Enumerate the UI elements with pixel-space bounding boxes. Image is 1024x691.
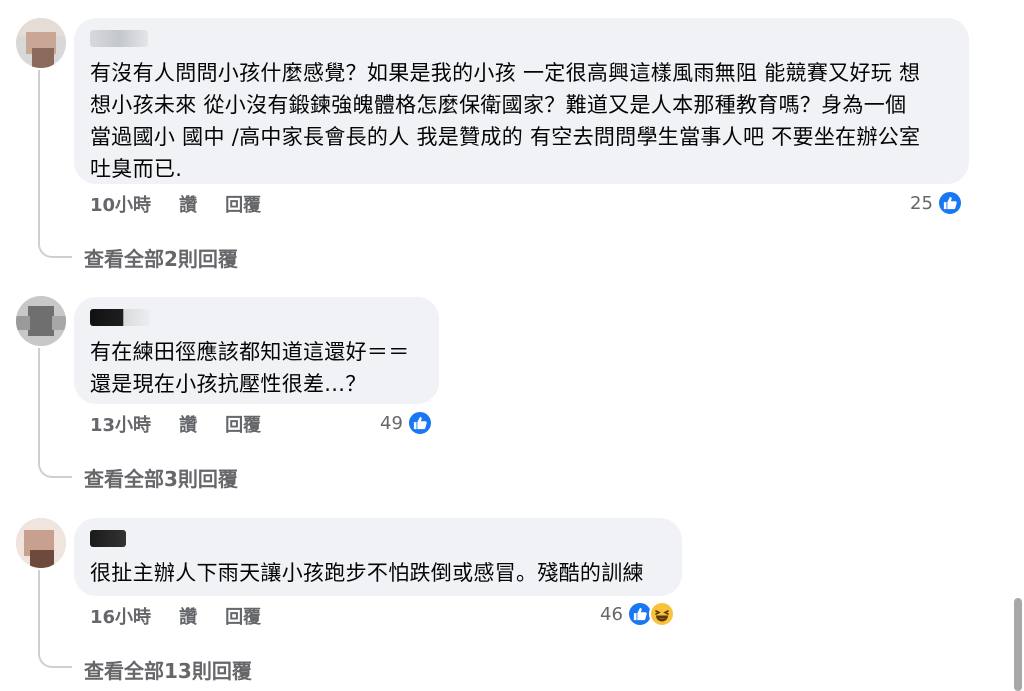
like-icon <box>406 410 433 436</box>
reaction-count: 25 <box>910 192 933 214</box>
author-name-blurred[interactable] <box>90 309 150 326</box>
reaction-summary[interactable]: 46 <box>600 599 675 629</box>
like-button[interactable]: 讚 <box>179 191 197 217</box>
author-name-blurred[interactable] <box>90 530 126 547</box>
avatar[interactable] <box>16 18 66 68</box>
reaction-summary[interactable]: 25 <box>910 188 963 218</box>
reaction-summary[interactable]: 49 <box>380 408 433 438</box>
comment-actions: 10小時 讚 回覆 <box>90 192 289 216</box>
comment-text: 有在練田徑應該都知道這還好＝＝ 還是現在小孩抗壓性很差...？ <box>90 340 410 396</box>
comment-bubble: 很扯主辦人下雨天讓小孩跑步不怕跌倒或感冒。殘酷的訓練 <box>74 518 682 596</box>
reaction-count: 49 <box>380 412 403 434</box>
like-icon <box>936 190 963 216</box>
avatar[interactable] <box>16 518 66 568</box>
avatar[interactable] <box>16 296 66 346</box>
like-button[interactable]: 讚 <box>179 411 197 437</box>
author-name-blurred[interactable] <box>90 30 148 47</box>
comment-actions: 13小時 讚 回覆 <box>90 412 289 436</box>
thread-line <box>38 348 72 478</box>
comment-time[interactable]: 16小時 <box>90 603 151 629</box>
comment-time[interactable]: 13小時 <box>90 411 151 437</box>
thread-line <box>38 570 72 668</box>
thread-line <box>38 70 72 258</box>
comment-bubble: 有沒有人問問小孩什麼感覺？如果是我的小孩 一定很高興這樣風雨無阻 能競賽又好玩 … <box>74 18 969 184</box>
comment-actions: 16小時 讚 回覆 <box>90 604 289 628</box>
comment-bubble: 有在練田徑應該都知道這還好＝＝ 還是現在小孩抗壓性很差...？ <box>74 297 439 404</box>
reply-button[interactable]: 回覆 <box>225 411 261 437</box>
comment-text: 很扯主辦人下雨天讓小孩跑步不怕跌倒或感冒。殘酷的訓練 <box>90 561 644 585</box>
view-replies-link[interactable]: 查看全部3則回覆 <box>84 463 238 492</box>
haha-icon <box>648 601 675 627</box>
view-replies-link[interactable]: 查看全部2則回覆 <box>84 243 238 272</box>
comment-text: 有沒有人問問小孩什麼感覺？如果是我的小孩 一定很高興這樣風雨無阻 能競賽又好玩 … <box>90 61 921 181</box>
like-button[interactable]: 讚 <box>179 603 197 629</box>
view-replies-link[interactable]: 查看全部13則回覆 <box>84 655 252 684</box>
scrollbar[interactable] <box>1014 598 1022 691</box>
comment-time[interactable]: 10小時 <box>90 191 151 217</box>
reply-button[interactable]: 回覆 <box>225 603 261 629</box>
reaction-count: 46 <box>600 603 623 625</box>
reply-button[interactable]: 回覆 <box>225 191 261 217</box>
